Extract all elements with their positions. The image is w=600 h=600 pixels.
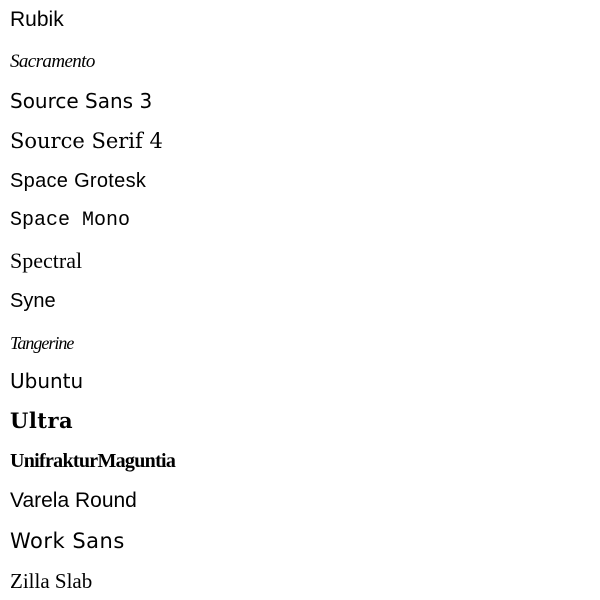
font-item-varela-round[interactable]: Varela Round xyxy=(10,481,137,521)
font-item-ultra[interactable]: Ultra xyxy=(10,401,73,441)
font-item-work-sans[interactable]: Work Sans xyxy=(10,521,125,561)
font-item-tangerine[interactable]: Tangerine xyxy=(10,323,74,363)
font-item-unifrakturmaguntia[interactable]: UnifrakturMaguntia xyxy=(10,441,176,481)
font-item-ubuntu[interactable]: Ubuntu xyxy=(10,361,83,401)
font-item-zilla-slab[interactable]: Zilla Slab xyxy=(10,561,92,600)
font-item-source-sans-3[interactable]: Source Sans 3 xyxy=(10,81,152,121)
font-item-rubik[interactable]: Rubik xyxy=(10,0,64,40)
font-item-space-mono[interactable]: Space Mono xyxy=(10,201,130,241)
font-item-sacramento[interactable]: Sacramento xyxy=(10,42,95,82)
font-item-source-serif-4[interactable]: Source Serif 4 xyxy=(10,121,163,161)
font-item-spectral[interactable]: Spectral xyxy=(10,241,82,281)
font-item-space-grotesk[interactable]: Space Grotesk xyxy=(10,161,146,201)
font-list: Rubik Sacramento Source Sans 3 Source Se… xyxy=(10,0,590,600)
font-item-syne[interactable]: Syne xyxy=(10,281,56,321)
